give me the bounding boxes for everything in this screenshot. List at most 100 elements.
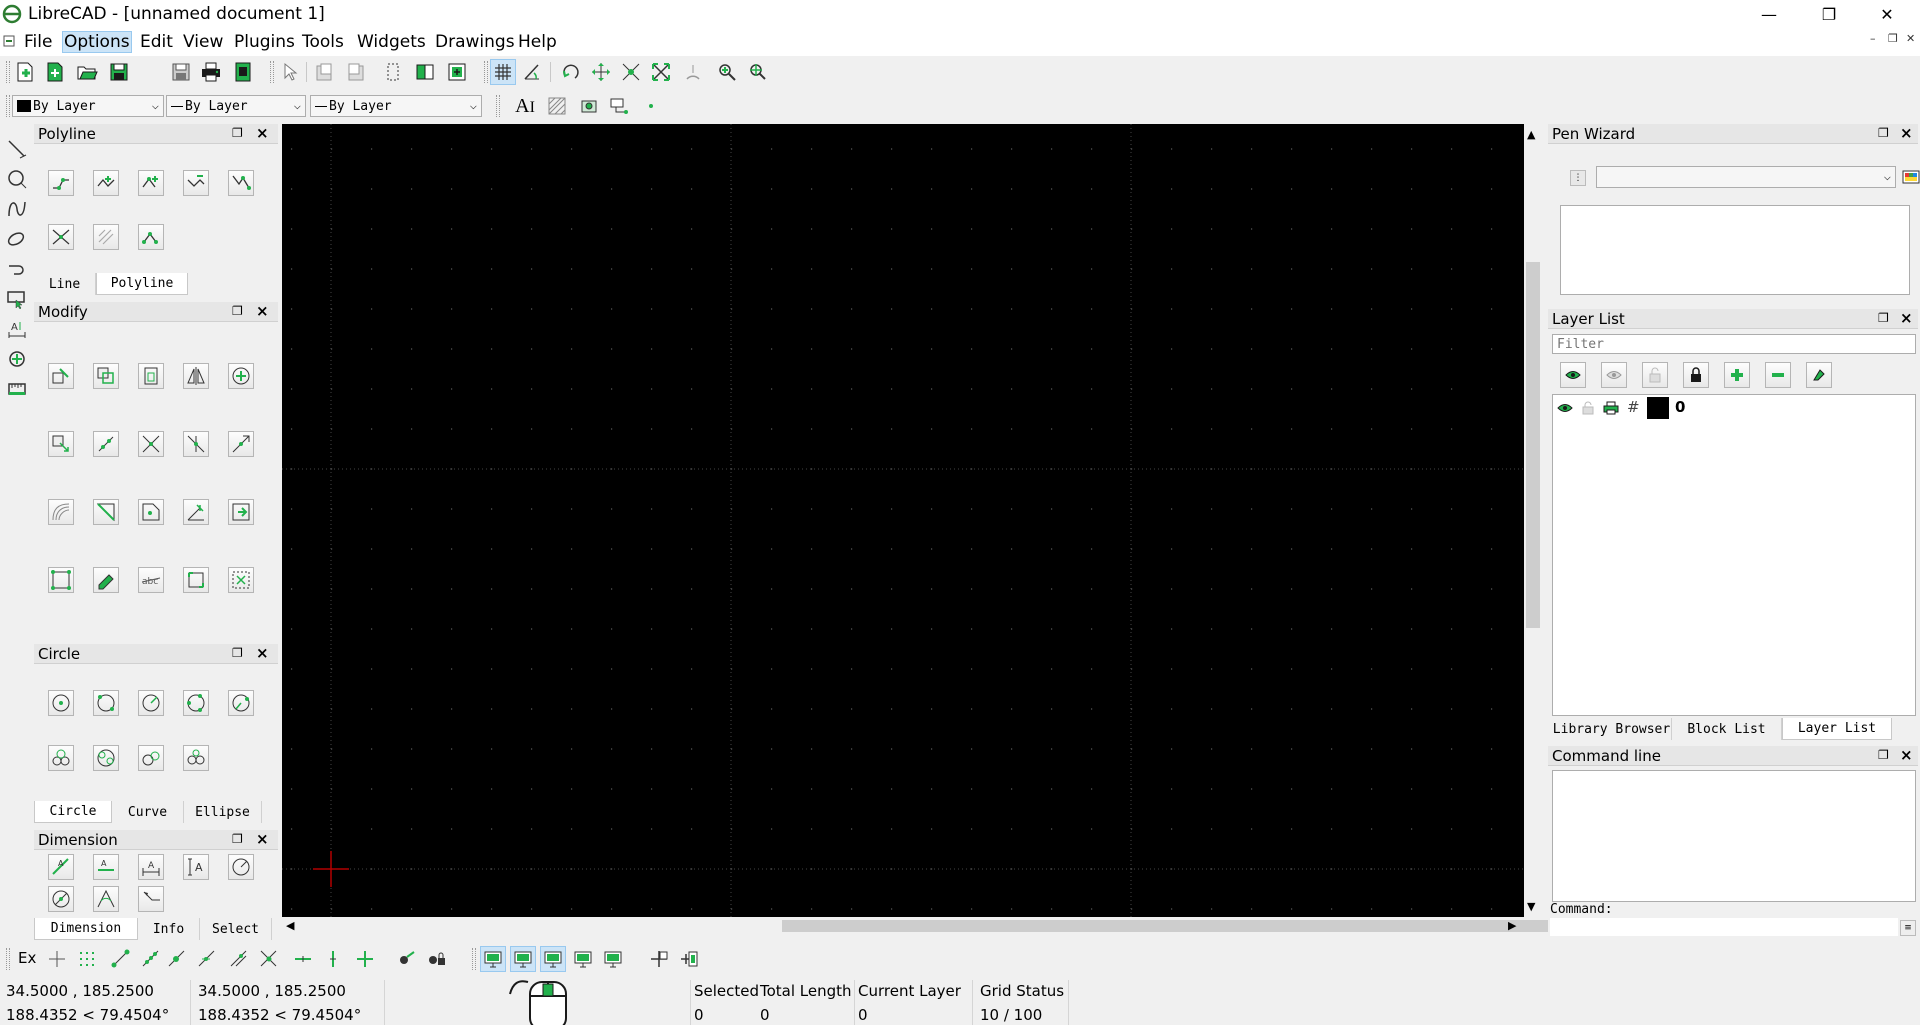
circle-center-radius-icon[interactable] bbox=[138, 690, 164, 716]
mdi-minimize-button[interactable]: – bbox=[1870, 32, 1876, 45]
modify-tool-icon[interactable] bbox=[4, 346, 30, 372]
redo-icon[interactable] bbox=[342, 59, 368, 85]
image-icon[interactable] bbox=[576, 93, 602, 119]
print-icon[interactable] bbox=[198, 59, 224, 85]
rotate-icon[interactable] bbox=[93, 363, 119, 389]
polyline-append-node-icon[interactable] bbox=[138, 170, 164, 196]
document-system-icon[interactable] bbox=[3, 35, 15, 47]
snap-free-icon[interactable] bbox=[44, 946, 70, 972]
pen-wizard-palette[interactable] bbox=[1560, 205, 1910, 295]
open-icon[interactable] bbox=[74, 59, 100, 85]
polyline-create-icon[interactable] bbox=[48, 170, 74, 196]
tab-layer-list[interactable]: Layer List bbox=[1782, 718, 1892, 740]
restrict-horizontal-icon[interactable] bbox=[290, 946, 316, 972]
vertical-scrollbar[interactable]: ▲ ▼ bbox=[1524, 124, 1542, 917]
snap-on-entity-icon[interactable] bbox=[138, 946, 164, 972]
block-icon[interactable] bbox=[606, 93, 632, 119]
dim-aligned-icon[interactable]: A bbox=[48, 854, 74, 880]
paste-icon[interactable] bbox=[444, 59, 470, 85]
scroll-down-icon[interactable]: ▼ bbox=[1527, 900, 1535, 913]
menu-edit[interactable]: Edit bbox=[138, 32, 175, 52]
drawing-canvas[interactable] bbox=[282, 124, 1524, 917]
grid-icon[interactable] bbox=[490, 59, 516, 85]
circle-two-points-radius-icon[interactable] bbox=[228, 690, 254, 716]
undo-icon[interactable] bbox=[312, 59, 338, 85]
curve-tool-icon[interactable] bbox=[4, 196, 30, 222]
layer-row[interactable]: # 0 bbox=[1553, 395, 1915, 421]
save-as-icon[interactable] bbox=[168, 59, 194, 85]
zoom-previous-icon[interactable] bbox=[680, 59, 706, 85]
vertical-scroll-thumb[interactable] bbox=[1526, 262, 1540, 628]
pen-wizard-combo[interactable]: ⌵ bbox=[1596, 166, 1896, 188]
circle-tool-icon[interactable] bbox=[4, 166, 30, 192]
scroll-up-icon[interactable]: ▲ bbox=[1527, 128, 1535, 141]
circle-tangent-point-icon[interactable] bbox=[138, 745, 164, 771]
pen-wizard-options-button[interactable]: ⋮ bbox=[1570, 170, 1586, 186]
menu-plugins[interactable]: Plugins bbox=[232, 32, 297, 52]
polyline-delete-between-icon[interactable] bbox=[228, 170, 254, 196]
snap-middle-icon[interactable] bbox=[194, 946, 220, 972]
select-tool-icon[interactable] bbox=[4, 286, 30, 312]
dim-linear-icon[interactable]: A bbox=[93, 854, 119, 880]
insert-block-icon[interactable] bbox=[676, 946, 702, 972]
command-input[interactable] bbox=[1550, 918, 1898, 936]
view-5-icon[interactable] bbox=[600, 946, 626, 972]
tab-line[interactable]: Line bbox=[34, 273, 96, 295]
close-icon[interactable]: × bbox=[256, 830, 269, 848]
bevel-icon[interactable] bbox=[93, 499, 119, 525]
menu-options[interactable]: Options bbox=[62, 31, 132, 53]
float-icon[interactable]: ❐ bbox=[1878, 311, 1889, 325]
polyline-from-segments-icon[interactable] bbox=[138, 224, 164, 250]
command-options-button[interactable]: ≡ bbox=[1900, 920, 1916, 936]
show-all-icon[interactable] bbox=[1560, 362, 1586, 388]
zoom-auto-icon[interactable] bbox=[648, 59, 674, 85]
float-icon[interactable]: ❐ bbox=[232, 304, 243, 318]
toolbar-handle[interactable] bbox=[484, 61, 488, 83]
cut-icon[interactable] bbox=[380, 59, 406, 85]
float-icon[interactable]: ❐ bbox=[232, 646, 243, 660]
menu-widgets[interactable]: Widgets bbox=[355, 32, 428, 52]
properties-icon[interactable] bbox=[228, 499, 254, 525]
dimension-tool-icon[interactable]: A bbox=[4, 316, 30, 342]
info-tool-icon[interactable] bbox=[4, 376, 30, 402]
tab-curve[interactable]: Curve bbox=[112, 801, 184, 823]
remove-layer-icon[interactable] bbox=[1765, 362, 1791, 388]
view-3-icon[interactable] bbox=[540, 946, 566, 972]
construction-icon[interactable]: # bbox=[1627, 398, 1640, 416]
toolbar-handle[interactable] bbox=[496, 95, 500, 117]
dim-horizontal-icon[interactable]: A bbox=[138, 854, 164, 880]
hide-all-icon[interactable] bbox=[1601, 362, 1627, 388]
layer-color-swatch[interactable] bbox=[1647, 397, 1669, 419]
tab-dimension[interactable]: Dimension bbox=[34, 918, 138, 940]
polyline-tool-icon[interactable] bbox=[4, 256, 30, 282]
point-icon[interactable] bbox=[638, 93, 664, 119]
float-icon[interactable]: ❐ bbox=[232, 832, 243, 846]
toolbar-handle[interactable] bbox=[270, 61, 274, 83]
mirror-icon[interactable] bbox=[183, 363, 209, 389]
toolbar-handle[interactable] bbox=[6, 95, 10, 117]
draft-icon[interactable] bbox=[520, 59, 546, 85]
menu-help[interactable]: Help bbox=[516, 32, 559, 52]
add-block-icon[interactable] bbox=[646, 946, 672, 972]
circle-tangent-radius-icon[interactable] bbox=[183, 745, 209, 771]
text-icon[interactable]: AI bbox=[512, 93, 538, 119]
snap-intersection-icon[interactable] bbox=[256, 946, 282, 972]
float-icon[interactable]: ❐ bbox=[1878, 126, 1889, 140]
view-2-icon[interactable] bbox=[510, 946, 536, 972]
stretch-icon[interactable] bbox=[228, 431, 254, 457]
ellipse-tool-icon[interactable] bbox=[4, 226, 30, 252]
offset-icon[interactable] bbox=[48, 499, 74, 525]
linewidth-combo[interactable]: By Layer ⌵ bbox=[310, 95, 482, 117]
restrict-orthogonal-icon[interactable] bbox=[352, 946, 378, 972]
snap-endpoint-icon[interactable] bbox=[108, 946, 134, 972]
dim-vertical-icon[interactable]: A bbox=[183, 854, 209, 880]
toolbar-handle[interactable] bbox=[6, 948, 10, 970]
zoom-out-icon[interactable] bbox=[618, 59, 644, 85]
lengthen-icon[interactable] bbox=[183, 499, 209, 525]
revert-direction-icon[interactable] bbox=[183, 567, 209, 593]
eye-icon[interactable] bbox=[1557, 400, 1573, 419]
dim-radial-icon[interactable] bbox=[228, 854, 254, 880]
close-icon[interactable]: × bbox=[256, 124, 269, 142]
tab-select[interactable]: Select bbox=[200, 918, 272, 940]
snap-distance-icon[interactable] bbox=[226, 946, 252, 972]
